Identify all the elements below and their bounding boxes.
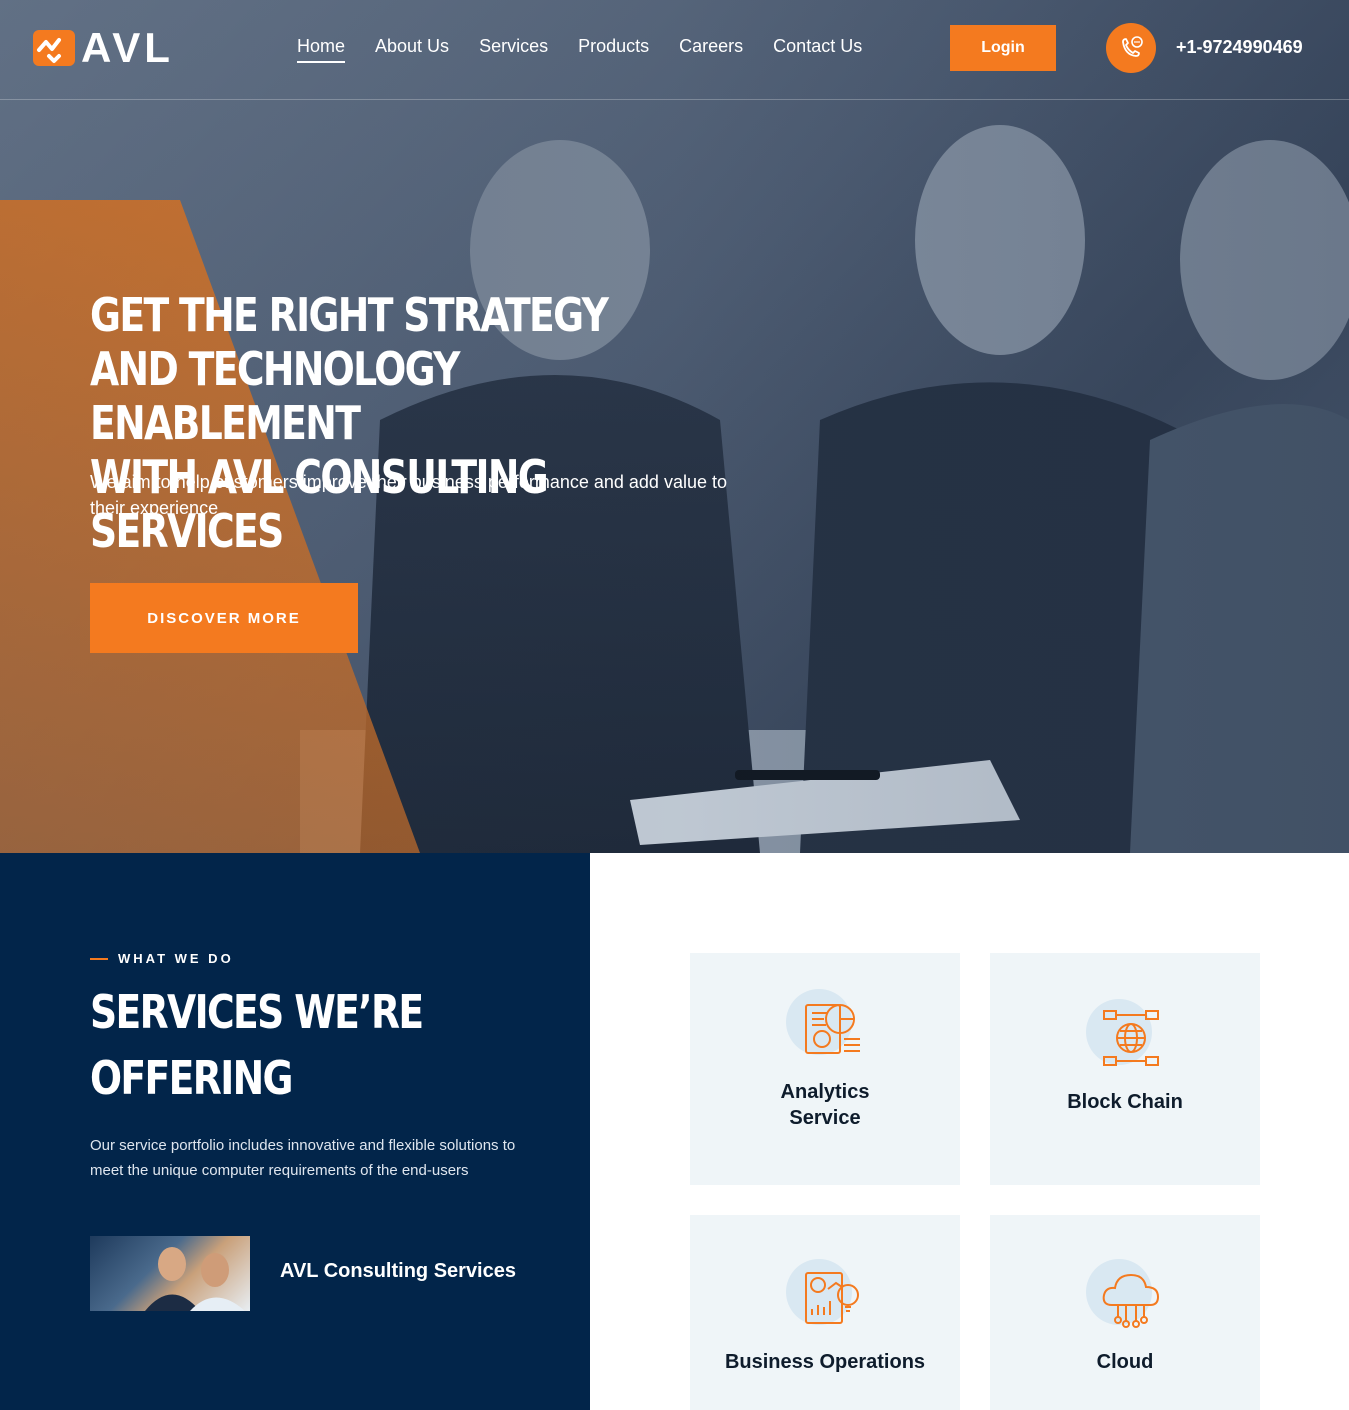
nav-item-about-us[interactable]: About Us	[375, 36, 449, 63]
service-card-label-line: Cloud	[1096, 1351, 1154, 1373]
business-operations-icon	[780, 1253, 870, 1343]
service-card-label-line: Business Operations	[724, 1351, 926, 1373]
hero-title-line: AND TECHNOLOGY ENABLEMENT	[90, 342, 460, 450]
hero-section: GET THE RIGHT STRATEGY AND TECHNOLOGY EN…	[0, 0, 1349, 853]
discover-more-button[interactable]: DISCOVER MORE	[90, 583, 358, 653]
logo-mark-icon	[33, 30, 75, 66]
service-card-label-line: Analytics	[780, 1081, 870, 1103]
service-card-label: Business Operations	[725, 1349, 925, 1375]
nav-item-home[interactable]: Home	[297, 36, 346, 63]
service-card-label-line: Service	[789, 1107, 861, 1129]
blockchain-icon	[1080, 993, 1170, 1083]
nav-item-products[interactable]: Products	[578, 36, 649, 63]
hero-title-line: GET THE RIGHT STRATEGY	[90, 288, 609, 342]
logo[interactable]: AVL	[33, 24, 174, 71]
services-title-line: SERVICES WE’RE	[90, 985, 424, 1039]
service-card-label-line: Block Chain	[1067, 1091, 1183, 1113]
services-intro-panel: WHAT WE DO SERVICES WE’RE OFFERING Our s…	[0, 853, 590, 1410]
service-card-label: Block Chain	[1067, 1089, 1183, 1115]
phone-call-icon[interactable]	[1106, 23, 1156, 73]
service-card-analytics[interactable]: Analytics Service	[690, 953, 960, 1185]
services-title-line: OFFERING	[90, 1051, 294, 1105]
eyebrow-divider	[90, 957, 108, 960]
section-eyebrow: WHAT WE DO	[90, 951, 234, 966]
service-card-business-operations[interactable]: Business Operations	[690, 1215, 960, 1410]
nav-item-careers[interactable]: Careers	[679, 36, 743, 63]
consulting-services-link[interactable]: AVL Consulting Services	[280, 1260, 516, 1283]
cloud-icon	[1080, 1253, 1170, 1343]
consulting-thumbnail[interactable]	[90, 1236, 250, 1311]
analytics-icon	[780, 983, 870, 1073]
services-description: Our service portfolio includes innovativ…	[90, 1137, 516, 1179]
nav-item-contact-us[interactable]: Contact Us	[773, 36, 862, 63]
service-card-cloud[interactable]: Cloud	[990, 1215, 1260, 1410]
eyebrow-text: WHAT WE DO	[118, 951, 234, 966]
phone-number-link[interactable]: +1-9724990469	[1176, 37, 1303, 58]
nav-item-services[interactable]: Services	[479, 36, 548, 63]
login-button[interactable]: Login	[950, 25, 1056, 71]
service-card-block-chain[interactable]: Block Chain	[990, 953, 1260, 1185]
service-card-label: Cloud	[1097, 1349, 1154, 1375]
top-navigation: AVL Home About Us Services Products Care…	[0, 0, 1349, 100]
service-card-label: Analytics Service	[781, 1079, 870, 1131]
hero-subtitle: We aim to help customers improve their b…	[90, 472, 727, 518]
main-menu: Home About Us Services Products Careers …	[297, 36, 862, 63]
services-title: SERVICES WE’RE OFFERING	[90, 979, 434, 1111]
logo-text: AVL	[81, 24, 174, 71]
